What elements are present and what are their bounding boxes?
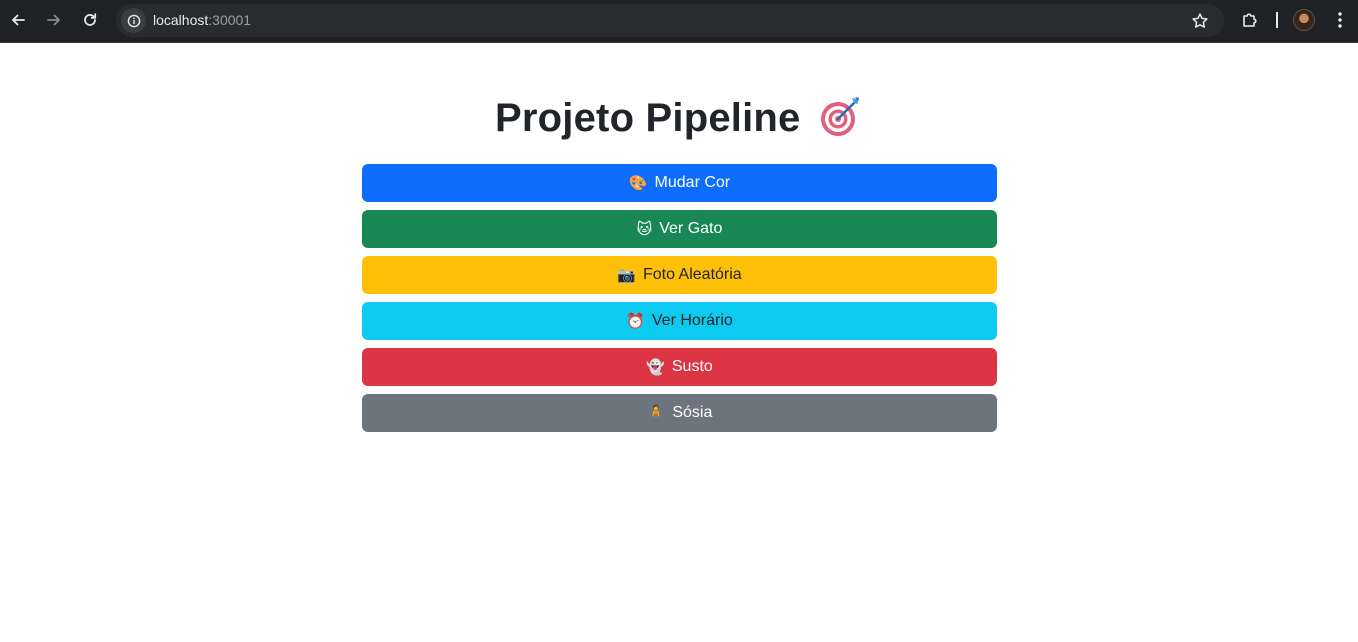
profile-avatar[interactable] [1293, 9, 1315, 31]
ver-horario-button[interactable]: ⏰ Ver Horário [362, 302, 997, 340]
action-button-list: 🎨 Mudar Cor 🐱 Ver Gato 📷 Foto Aleatória … [362, 164, 997, 440]
browser-menu-button[interactable] [1330, 8, 1350, 32]
sosia-label: Sósia [672, 404, 713, 421]
sosia-button[interactable]: 🧍 Sósia [362, 394, 997, 432]
puzzle-icon [1243, 13, 1257, 27]
extensions-button[interactable] [1238, 8, 1262, 32]
mudar-cor-button[interactable]: 🎨 Mudar Cor [362, 164, 997, 202]
foto-aleatoria-label: Foto Aleatória [642, 266, 742, 283]
page-title: Projeto Pipeline [495, 96, 801, 140]
browser-toolbar: localhost:30001 [0, 0, 1358, 43]
title-row: Projeto Pipeline [0, 94, 1358, 143]
arrow-right-icon [47, 14, 60, 26]
url-text: localhost:30001 [153, 12, 251, 28]
url-host: localhost [153, 12, 209, 28]
arrow-left-icon [12, 14, 25, 26]
dart-target-icon [819, 94, 863, 143]
star-icon [1192, 13, 1208, 28]
site-info-button[interactable] [121, 8, 146, 33]
camera-icon: 📷 [617, 265, 636, 284]
info-icon [127, 14, 140, 27]
forward-button[interactable] [40, 6, 68, 34]
ver-horario-label: Ver Horário [651, 312, 733, 329]
susto-label: Susto [671, 358, 713, 375]
address-bar[interactable]: localhost:30001 [116, 4, 1224, 37]
ver-gato-label: Ver Gato [659, 220, 723, 237]
mudar-cor-label: Mudar Cor [654, 174, 731, 191]
ver-gato-button[interactable]: 🐱 Ver Gato [362, 210, 997, 248]
bookmark-button[interactable] [1190, 11, 1210, 31]
susto-button[interactable]: 👻 Susto [362, 348, 997, 386]
back-button[interactable] [4, 6, 32, 34]
ghost-icon: 👻 [646, 357, 665, 376]
person-standing-icon: 🧍 [646, 403, 666, 422]
reload-button[interactable] [76, 6, 104, 34]
url-port: :30001 [208, 12, 252, 28]
more-vertical-icon [1338, 12, 1342, 28]
foto-aleatoria-button[interactable]: 📷 Foto Aleatória [362, 256, 997, 294]
page-content: Projeto Pipeline 🎨 Mudar Cor 🐱 Ver Gato [0, 44, 1358, 642]
reload-icon [84, 13, 97, 26]
alarm-clock-icon: ⏰ [626, 311, 645, 330]
toolbar-divider [1276, 12, 1278, 28]
cat-icon: 🐱 [636, 219, 653, 238]
palette-icon: 🎨 [628, 173, 648, 192]
